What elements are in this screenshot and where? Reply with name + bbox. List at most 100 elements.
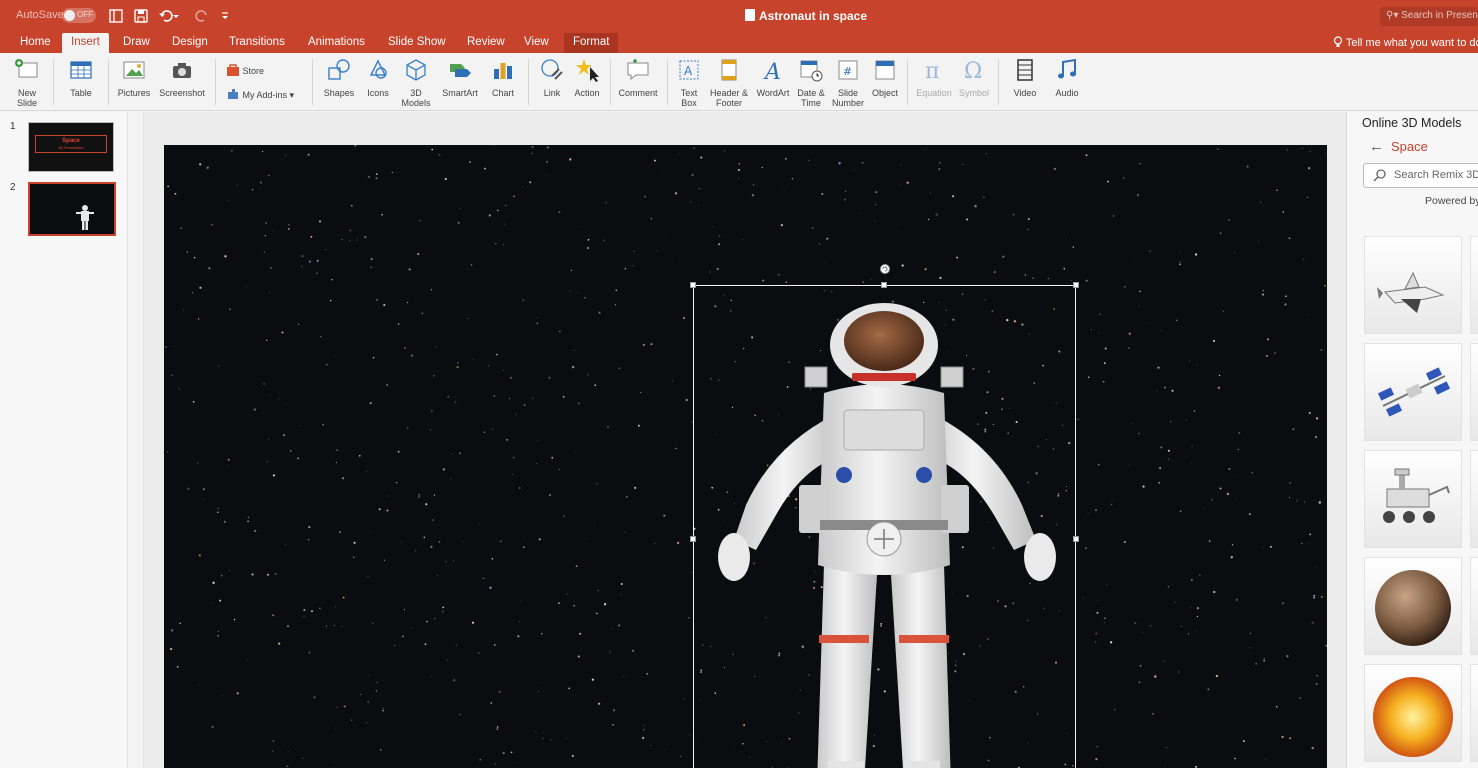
header-footer-icon bbox=[721, 59, 737, 81]
chart-button[interactable]: Chart bbox=[486, 57, 520, 98]
model-tile-space-shuttle[interactable] bbox=[1364, 236, 1462, 334]
audio-button[interactable]: Audio bbox=[1050, 57, 1084, 98]
pictures-button[interactable]: Pictures bbox=[115, 57, 153, 98]
header-footer-button[interactable]: Header & Footer bbox=[707, 57, 751, 108]
toggle-knob bbox=[64, 10, 75, 21]
slide-2[interactable] bbox=[164, 145, 1327, 768]
redo-icon[interactable] bbox=[194, 8, 210, 24]
action-button[interactable]: Action bbox=[570, 57, 604, 98]
table-label: Table bbox=[70, 88, 92, 98]
camera-icon bbox=[173, 63, 191, 78]
autosave-label: AutoSave bbox=[16, 9, 64, 21]
addins-icon bbox=[228, 89, 238, 99]
tab-transitions[interactable]: Transitions bbox=[220, 33, 294, 53]
search-placeholder: Search in Presentation bbox=[1401, 10, 1478, 21]
tell-me-box[interactable]: Tell me what you want to do bbox=[1333, 36, 1478, 49]
model-tile-partial[interactable] bbox=[1470, 343, 1478, 441]
model-tile-partial[interactable] bbox=[1470, 664, 1478, 762]
cube-icon bbox=[406, 59, 426, 81]
selection-box[interactable] bbox=[690, 264, 1079, 768]
comment-button[interactable]: Comment bbox=[616, 57, 660, 98]
slide-thumbnail-2[interactable] bbox=[28, 182, 116, 236]
chart-label: Chart bbox=[491, 88, 514, 98]
autosave-toggle[interactable]: OFF bbox=[62, 8, 96, 23]
tab-view[interactable]: View bbox=[515, 33, 558, 53]
title-bar: AutoSave OFF Astronaut in space ⚲▾ Searc… bbox=[0, 0, 1478, 33]
tab-review[interactable]: Review bbox=[458, 33, 514, 53]
search-icon bbox=[1373, 169, 1386, 182]
model-tile-partial[interactable] bbox=[1470, 557, 1478, 655]
sidebar-layout-icon[interactable] bbox=[108, 8, 124, 24]
svg-text:#: # bbox=[843, 65, 852, 78]
resize-handle-left[interactable] bbox=[690, 536, 696, 542]
document-icon bbox=[745, 9, 755, 21]
model-tile-rover[interactable] bbox=[1364, 450, 1462, 548]
slide-thumbnails-panel: 1 Space My Presentation 2 bbox=[0, 112, 128, 768]
model-tile-space-station[interactable] bbox=[1364, 343, 1462, 441]
panel-divider[interactable] bbox=[128, 112, 144, 768]
undo-dropdown-icon[interactable] bbox=[172, 8, 180, 24]
store-icon bbox=[227, 64, 239, 76]
new-slide-button[interactable]: New Slide bbox=[10, 57, 44, 108]
tab-design[interactable]: Design bbox=[163, 33, 217, 53]
rover-icon bbox=[1383, 468, 1450, 523]
store-button[interactable]: Store bbox=[226, 63, 264, 77]
3d-models-button[interactable]: 3D Models bbox=[398, 57, 434, 108]
resize-handle-top[interactable] bbox=[881, 282, 887, 288]
back-arrow-icon[interactable]: ← bbox=[1369, 138, 1384, 155]
pane-category: Space bbox=[1391, 139, 1428, 154]
3d-models-label-2: Models bbox=[401, 98, 431, 108]
audio-label: Audio bbox=[1055, 88, 1079, 98]
search-input[interactable]: ⚲▾ Search in Presentation bbox=[1380, 7, 1478, 26]
tab-draw[interactable]: Draw bbox=[114, 33, 159, 53]
tab-animations[interactable]: Animations bbox=[299, 33, 374, 53]
customize-toolbar-icon[interactable] bbox=[220, 8, 230, 24]
shapes-button[interactable]: Shapes bbox=[320, 57, 358, 98]
tab-format[interactable]: Format bbox=[564, 33, 619, 53]
screenshot-button[interactable]: Screenshot bbox=[157, 57, 207, 98]
object-button[interactable]: Object bbox=[869, 57, 901, 98]
pi-icon: π bbox=[925, 59, 939, 84]
tab-home[interactable]: Home bbox=[11, 33, 60, 53]
equation-label: Equation bbox=[916, 88, 952, 98]
model-tile-planet[interactable] bbox=[1364, 557, 1462, 655]
tab-slide-show[interactable]: Slide Show bbox=[379, 33, 455, 53]
resize-handle-top-left[interactable] bbox=[690, 282, 696, 288]
new-slide-label-2: Slide bbox=[16, 98, 37, 108]
save-icon[interactable] bbox=[133, 8, 149, 24]
ribbon-separator bbox=[667, 59, 668, 105]
slide-number-1: 1 bbox=[10, 121, 16, 132]
link-button[interactable]: Link bbox=[537, 57, 567, 98]
table-button[interactable]: Table bbox=[63, 57, 99, 98]
slide-thumbnail-1[interactable]: Space My Presentation bbox=[28, 122, 114, 172]
wordart-label: WordArt bbox=[756, 88, 790, 98]
tab-insert[interactable]: Insert bbox=[62, 33, 109, 53]
tell-me-text: Tell me what you want to do bbox=[1345, 37, 1478, 49]
wordart-icon: A bbox=[763, 60, 781, 85]
model-tile-sun[interactable] bbox=[1364, 664, 1462, 762]
slide-number-button[interactable]: # Slide Number bbox=[830, 57, 866, 108]
header-footer-label-1: Header & bbox=[709, 88, 749, 98]
smartart-button[interactable]: SmartArt bbox=[438, 57, 482, 98]
icons-button[interactable]: Icons bbox=[362, 57, 394, 98]
chart-icon bbox=[494, 63, 512, 79]
equation-button[interactable]: π Equation bbox=[914, 57, 954, 98]
slide-number-icon: # bbox=[838, 60, 858, 80]
text-box-button[interactable]: A Text Box bbox=[674, 57, 704, 108]
symbol-button[interactable]: Ω Symbol bbox=[956, 57, 992, 98]
wordart-button[interactable]: A WordArt bbox=[754, 57, 792, 98]
ribbon-separator bbox=[528, 59, 529, 105]
video-button[interactable]: Video bbox=[1008, 57, 1042, 98]
powered-by-label: Powered by bbox=[1425, 195, 1478, 207]
ribbon-separator bbox=[312, 59, 313, 105]
resize-handle-top-right[interactable] bbox=[1073, 282, 1079, 288]
date-time-button[interactable]: Date & Time bbox=[795, 57, 827, 108]
action-label: Action bbox=[574, 88, 600, 98]
link-label: Link bbox=[543, 88, 561, 98]
model-tile-partial[interactable] bbox=[1470, 450, 1478, 548]
resize-handle-right[interactable] bbox=[1073, 536, 1079, 542]
my-addins-button[interactable]: My Add-ins ▾ bbox=[226, 87, 294, 101]
rotate-handle-icon[interactable] bbox=[879, 263, 891, 275]
powerpoint-window: AutoSave OFF Astronaut in space ⚲▾ Searc… bbox=[0, 0, 1478, 768]
model-tile-partial[interactable] bbox=[1470, 236, 1478, 334]
